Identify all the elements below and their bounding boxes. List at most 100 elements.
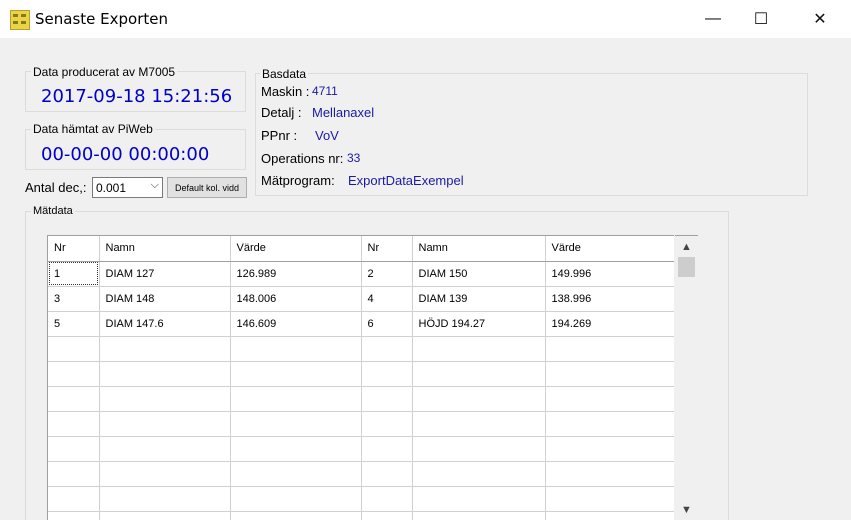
table-cell[interactable] [361, 436, 413, 462]
table-cell[interactable] [99, 411, 231, 437]
table-cell[interactable] [48, 336, 100, 362]
table-row[interactable]: 1 DIAM 127 126.989 2 DIAM 150 149.996 [48, 261, 674, 287]
table-cell[interactable]: 3 [48, 286, 100, 312]
table-cell[interactable] [99, 336, 231, 362]
empty-table-row[interactable] [48, 386, 674, 412]
table-cell[interactable] [545, 461, 674, 487]
table-cell[interactable]: DIAM 147.6 [99, 311, 231, 337]
grid-header-row: Nr Namn Värde Nr Namn Värde [48, 236, 674, 262]
matdata-label: Mätdata [31, 205, 75, 217]
ppnr-label: PPnr : [261, 128, 298, 143]
table-cell[interactable]: 5 [48, 311, 100, 337]
table-cell[interactable] [412, 386, 546, 412]
table-cell[interactable] [99, 511, 231, 520]
table-cell[interactable]: DIAM 139 [412, 286, 546, 312]
measurement-grid[interactable]: Nr Namn Värde Nr Namn Värde 1 DIAM 127 1… [47, 235, 674, 520]
table-cell[interactable] [48, 486, 100, 512]
table-cell[interactable]: 146.609 [230, 311, 362, 337]
table-cell[interactable] [361, 361, 413, 387]
table-cell[interactable] [361, 336, 413, 362]
table-cell[interactable] [230, 436, 362, 462]
table-cell[interactable]: 194.269 [545, 311, 674, 337]
table-cell[interactable] [48, 411, 100, 437]
table-cell[interactable] [48, 511, 100, 520]
column-header-nr[interactable]: Nr [48, 236, 100, 262]
empty-table-row[interactable] [48, 511, 674, 520]
table-cell[interactable] [412, 486, 546, 512]
table-cell[interactable] [99, 436, 231, 462]
table-cell[interactable] [545, 336, 674, 362]
table-cell[interactable] [230, 411, 362, 437]
table-cell[interactable] [230, 511, 362, 520]
table-cell[interactable]: 1 [48, 261, 100, 287]
table-cell[interactable] [230, 486, 362, 512]
table-cell[interactable] [412, 361, 546, 387]
minimize-button[interactable]: — [690, 0, 736, 38]
table-cell[interactable]: 4 [361, 286, 413, 312]
close-button[interactable]: ✕ [797, 0, 843, 38]
table-cell[interactable]: DIAM 127 [99, 261, 231, 287]
table-cell[interactable] [545, 411, 674, 437]
empty-rows [48, 336, 674, 520]
table-cell[interactable]: 148.006 [230, 286, 362, 312]
table-cell[interactable] [545, 436, 674, 462]
table-cell[interactable]: 126.989 [230, 261, 362, 287]
empty-table-row[interactable] [48, 486, 674, 512]
table-cell[interactable] [99, 461, 231, 487]
scroll-thumb[interactable] [678, 257, 695, 277]
table-cell[interactable] [361, 411, 413, 437]
table-cell[interactable]: 6 [361, 311, 413, 337]
column-header-nr-2[interactable]: Nr [361, 236, 413, 262]
table-cell[interactable] [230, 361, 362, 387]
empty-table-row[interactable] [48, 411, 674, 437]
table-cell[interactable] [412, 461, 546, 487]
table-cell[interactable] [412, 436, 546, 462]
table-cell[interactable] [545, 486, 674, 512]
table-cell[interactable]: 138.996 [545, 286, 674, 312]
operations-nr-value: 33 [347, 151, 361, 165]
empty-table-row[interactable] [48, 361, 674, 387]
title-bar: Senaste Exporten — ☐ ✕ [0, 0, 851, 38]
table-row[interactable]: 5 DIAM 147.6 146.609 6 HÖJD 194.27 194.2… [48, 311, 674, 337]
table-cell[interactable] [545, 511, 674, 520]
maximize-button[interactable]: ☐ [738, 0, 784, 38]
table-cell[interactable] [99, 486, 231, 512]
table-cell[interactable] [99, 386, 231, 412]
table-cell[interactable]: 149.996 [545, 261, 674, 287]
table-cell[interactable] [230, 386, 362, 412]
table-cell[interactable]: 2 [361, 261, 413, 287]
table-cell[interactable] [230, 461, 362, 487]
table-cell[interactable]: DIAM 150 [412, 261, 546, 287]
table-cell[interactable] [361, 486, 413, 512]
empty-table-row[interactable] [48, 461, 674, 487]
table-row[interactable]: 3 DIAM 148 148.006 4 DIAM 139 138.996 [48, 286, 674, 312]
table-cell[interactable] [412, 411, 546, 437]
decimals-select[interactable]: 0.001 ⌵ [92, 177, 163, 198]
empty-table-row[interactable] [48, 336, 674, 362]
table-cell[interactable]: HÖJD 194.27 [412, 311, 546, 337]
table-cell[interactable] [230, 336, 362, 362]
column-header-namn-2[interactable]: Namn [412, 236, 546, 262]
table-cell[interactable] [48, 436, 100, 462]
scroll-down-icon[interactable]: ▼ [675, 501, 698, 518]
window-title: Senaste Exporten [35, 10, 168, 28]
table-cell[interactable]: DIAM 148 [99, 286, 231, 312]
table-cell[interactable] [48, 361, 100, 387]
table-cell[interactable] [48, 386, 100, 412]
scroll-up-icon[interactable]: ▲ [675, 238, 698, 255]
default-column-width-button[interactable]: Default kol. vidd [167, 177, 247, 198]
table-cell[interactable] [361, 511, 413, 520]
table-cell[interactable] [361, 386, 413, 412]
table-cell[interactable] [545, 386, 674, 412]
table-cell[interactable] [99, 361, 231, 387]
grid-vertical-scrollbar[interactable]: ▲ ▼ [675, 235, 698, 520]
table-cell[interactable] [48, 461, 100, 487]
column-header-varde-2[interactable]: Värde [545, 236, 674, 262]
column-header-varde[interactable]: Värde [230, 236, 362, 262]
table-cell[interactable] [412, 336, 546, 362]
column-header-namn[interactable]: Namn [99, 236, 231, 262]
table-cell[interactable] [545, 361, 674, 387]
table-cell[interactable] [361, 461, 413, 487]
table-cell[interactable] [412, 511, 546, 520]
empty-table-row[interactable] [48, 436, 674, 462]
